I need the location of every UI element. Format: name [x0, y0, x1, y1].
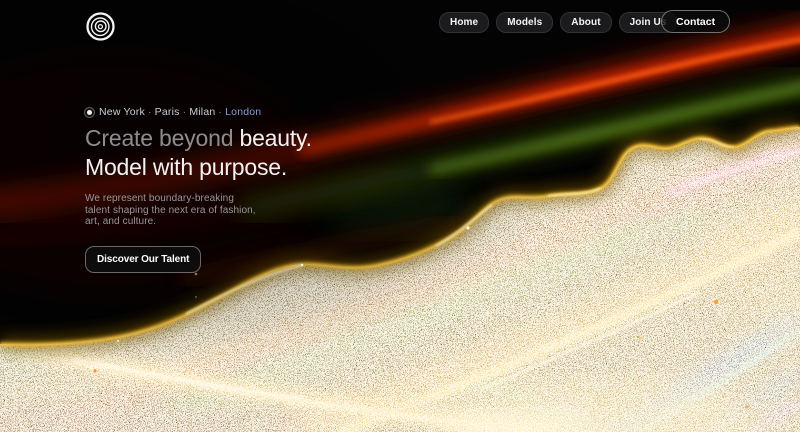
nav-item-models[interactable]: Models [496, 12, 553, 33]
contact-button[interactable]: Contact [661, 10, 730, 33]
headline-line1-bright: beauty. [239, 125, 311, 151]
cta-discover-talent-button[interactable]: Discover Our Talent [85, 246, 201, 273]
hero-headline: Create beyond beauty. Model with purpose… [85, 124, 385, 182]
hero-section: Home Models About Join Us Contact New Yo… [0, 0, 800, 432]
headline-line2: Model with purpose. [85, 153, 385, 182]
description-line: art, and culture. [85, 216, 385, 228]
city-separator: · [183, 106, 187, 118]
city-new-york: New York [99, 106, 145, 118]
city-separator: · [218, 106, 222, 118]
main-nav: Home Models About Join Us [439, 12, 677, 33]
location-badge: New York·Paris·Milan·London [85, 106, 385, 118]
city-separator: · [148, 106, 152, 118]
city-paris: Paris [155, 106, 180, 118]
spiral-logo-icon [85, 11, 116, 42]
hero-content: New York·Paris·Milan·London Create beyon… [85, 106, 385, 273]
hero-description: We represent boundary-breaking talent sh… [85, 193, 385, 228]
description-line: We represent boundary-breaking [85, 193, 385, 205]
description-line: talent shaping the next era of fashion, [85, 205, 385, 217]
nav-item-home[interactable]: Home [439, 12, 489, 33]
location-cities: New York·Paris·Milan·London [99, 106, 261, 118]
city-london: London [225, 106, 261, 118]
city-milan: Milan [189, 106, 215, 118]
headline-line1-muted: Create beyond [85, 125, 239, 151]
brand-logo[interactable] [85, 11, 116, 42]
location-indicator-dot-icon [87, 110, 92, 115]
nav-item-about[interactable]: About [560, 12, 611, 33]
headline-line1: Create beyond beauty. [85, 124, 385, 153]
